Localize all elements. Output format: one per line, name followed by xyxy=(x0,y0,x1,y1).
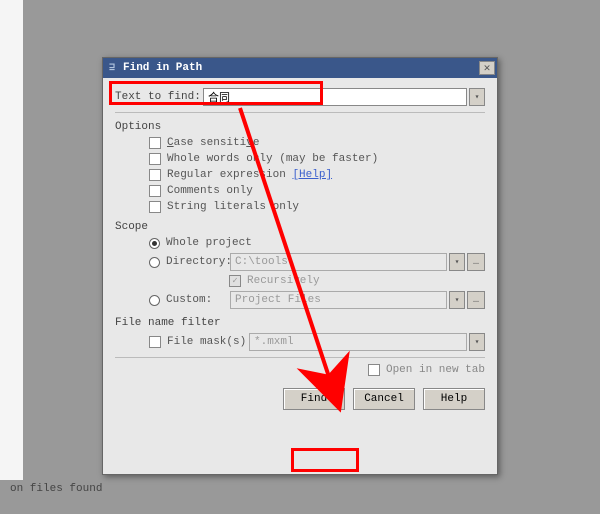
directory-dropdown[interactable]: ▾ xyxy=(449,253,465,271)
regex-help-link[interactable]: [Help] xyxy=(292,169,332,181)
footer-line-1: on files found xyxy=(10,482,102,496)
text-to-find-dropdown[interactable]: ▾ xyxy=(469,88,485,106)
recursively-row: ✓ Recursively xyxy=(229,275,485,287)
text-to-find-row: Text to find: ▾ xyxy=(115,88,485,106)
titlebar-text: Find in Path xyxy=(123,62,479,74)
custom-field: Project Files xyxy=(230,291,447,309)
case-sensitive-label: Case sensitive xyxy=(167,137,259,149)
custom-row[interactable]: Custom: Project Files ▾ … xyxy=(149,291,485,309)
find-in-path-dialog: ⊒ Find in Path ✕ Text to find: ▾ Options… xyxy=(102,57,498,475)
regex-label: Regular expression xyxy=(167,169,286,181)
whole-project-label: Whole project xyxy=(166,237,252,249)
directory-browse-button[interactable]: … xyxy=(467,253,485,271)
checkbox-icon[interactable] xyxy=(149,169,161,181)
button-row: Find Cancel Help xyxy=(115,388,485,410)
checkbox-icon[interactable] xyxy=(149,137,161,149)
cancel-button[interactable]: Cancel xyxy=(353,388,415,410)
checkbox-icon[interactable] xyxy=(368,364,380,376)
help-button[interactable]: Help xyxy=(423,388,485,410)
text-to-find-input[interactable] xyxy=(203,88,467,106)
string-literals-row[interactable]: String literals only xyxy=(149,201,485,213)
divider xyxy=(115,112,485,113)
file-mask-dropdown[interactable]: ▾ xyxy=(469,333,485,351)
text-to-find-label: Text to find: xyxy=(115,91,203,103)
regex-row[interactable]: Regular expression [Help] xyxy=(149,169,485,181)
comments-only-row[interactable]: Comments only xyxy=(149,185,485,197)
comments-only-label: Comments only xyxy=(167,185,253,197)
filter-section-label: File name filter xyxy=(115,317,485,329)
dialog-body: Text to find: ▾ Options Case sensitive W… xyxy=(103,78,497,420)
open-in-new-tab-label: Open in new tab xyxy=(386,364,485,376)
radio-icon[interactable] xyxy=(149,257,160,268)
checkbox-icon[interactable] xyxy=(149,201,161,213)
recursively-label: Recursively xyxy=(247,275,320,287)
checkbox-icon: ✓ xyxy=(229,275,241,287)
case-sensitive-row[interactable]: Case sensitive xyxy=(149,137,485,149)
find-button[interactable]: Find xyxy=(283,388,345,410)
radio-icon[interactable] xyxy=(149,295,160,306)
checkbox-icon[interactable] xyxy=(149,153,161,165)
custom-label: Custom: xyxy=(166,294,230,306)
string-literals-label: String literals only xyxy=(167,201,299,213)
scope-section-label: Scope xyxy=(115,221,485,233)
checkbox-icon[interactable] xyxy=(149,185,161,197)
file-mask-field: *.mxml xyxy=(249,333,467,351)
directory-field: C:\tools\ xyxy=(230,253,447,271)
background-panel-left xyxy=(0,0,23,480)
whole-words-row[interactable]: Whole words only (may be faster) xyxy=(149,153,485,165)
whole-words-label: Whole words only (may be faster) xyxy=(167,153,378,165)
options-section-label: Options xyxy=(115,121,485,133)
close-icon[interactable]: ✕ xyxy=(479,61,495,75)
radio-icon[interactable] xyxy=(149,238,160,249)
status-footer: on files found xyxy=(10,482,102,496)
file-mask-row[interactable]: File mask(s) *.mxml ▾ xyxy=(149,333,485,351)
custom-dropdown[interactable]: ▾ xyxy=(449,291,465,309)
checkbox-icon[interactable] xyxy=(149,336,161,348)
custom-browse-button[interactable]: … xyxy=(467,291,485,309)
titlebar[interactable]: ⊒ Find in Path ✕ xyxy=(103,58,497,78)
open-in-new-tab-row[interactable]: Open in new tab xyxy=(115,364,485,376)
file-mask-label: File mask(s) xyxy=(167,336,249,348)
divider xyxy=(115,357,485,358)
directory-row[interactable]: Directory: C:\tools\ ▾ … xyxy=(149,253,485,271)
app-icon: ⊒ xyxy=(105,61,119,75)
directory-label: Directory: xyxy=(166,256,230,268)
whole-project-row[interactable]: Whole project xyxy=(149,237,485,249)
